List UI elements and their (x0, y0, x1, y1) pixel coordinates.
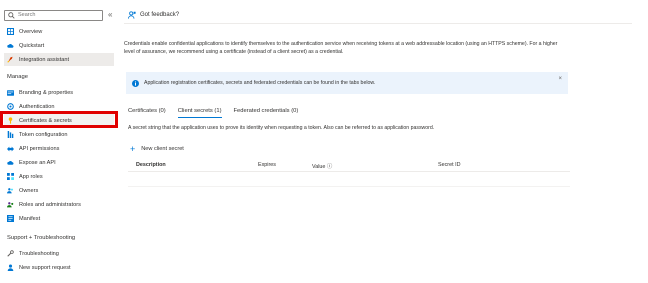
tab-certificates[interactable]: Certificates (0) (128, 108, 166, 118)
sidebar-item-label: API permissions (19, 145, 60, 152)
close-icon[interactable]: × (558, 76, 562, 82)
new-client-secret-label: New client secret (141, 146, 184, 152)
sidebar-item-label: Expose an API (19, 159, 56, 166)
wrench-icon (7, 250, 14, 257)
search-input[interactable] (18, 12, 98, 18)
tab-federated-credentials[interactable]: Federated credentials (0) (234, 108, 299, 118)
sidebar-item-label: Branding & properties (19, 89, 74, 96)
sidebar-item-label: Token configuration (19, 131, 68, 138)
intro-text: Credentials enable confidential applicat… (124, 41, 558, 55)
sidebar-item-roles-administrators[interactable]: Roles and administrators (4, 198, 114, 211)
feedback-label: Got feedback? (140, 12, 180, 18)
sidebar-item-overview[interactable]: Overview (4, 25, 114, 38)
column-description[interactable]: Description (136, 162, 166, 168)
column-value[interactable]: Value ⓘ (312, 162, 332, 170)
plus-icon: + (130, 144, 136, 154)
tab-description: A secret string that the application use… (128, 125, 435, 131)
sidebar-item-api-permissions[interactable]: API permissions (4, 142, 114, 155)
auth-icon (7, 103, 14, 110)
info-bar: Application registration certificates, s… (126, 72, 568, 94)
sidebar-item-label: Owners (19, 187, 39, 194)
sidebar-item-troubleshooting[interactable]: Troubleshooting (4, 247, 114, 260)
column-expires[interactable]: Expires (258, 162, 276, 168)
sidebar-item-label: Roles and administrators (19, 201, 81, 208)
tab-bar: Certificates (0) Client secrets (1) Fede… (128, 108, 310, 118)
grid-icon (7, 28, 14, 35)
sidebar-item-label: Quickstart (19, 42, 45, 49)
sidebar-item-label: Overview (19, 28, 43, 35)
feedback-icon (128, 11, 136, 19)
sidebar-item-branding[interactable]: Branding & properties (4, 86, 114, 99)
sidebar-search-row: « (4, 9, 114, 21)
sidebar-item-label: Troubleshooting (19, 250, 59, 257)
sidebar: « Overview Quickstart Integration assist… (0, 0, 118, 283)
sidebar-item-quickstart[interactable]: Quickstart (4, 39, 114, 52)
sidebar-item-owners[interactable]: Owners (4, 184, 114, 197)
sidebar-item-label: Manifest (19, 215, 41, 222)
sidebar-item-label: New support request (19, 264, 71, 271)
table-row-divider (128, 186, 570, 187)
tab-client-secrets[interactable]: Client secrets (1) (177, 108, 222, 118)
support-icon (7, 264, 14, 271)
sidebar-item-label: App roles (19, 173, 43, 180)
sidebar-item-label: Authentication (19, 103, 55, 110)
manifest-icon (7, 215, 14, 222)
cloud-icon (7, 42, 14, 49)
sidebar-item-integration-assistant[interactable]: Integration assistant (4, 53, 114, 66)
info-text: Application registration certificates, s… (144, 80, 376, 86)
main-content: Got feedback? Credentials enable confide… (118, 0, 648, 283)
app-roles-icon (7, 173, 14, 180)
column-secret-id[interactable]: Secret ID (438, 162, 460, 168)
sidebar-item-manifest[interactable]: Manifest (4, 212, 114, 225)
rocket-icon (7, 56, 14, 63)
sidebar-item-label: Integration assistant (19, 56, 70, 63)
collapse-sidebar-icon[interactable]: « (108, 11, 112, 19)
section-support: Support + Troubleshooting (7, 235, 76, 241)
token-icon (7, 131, 14, 138)
search-icon (8, 11, 15, 19)
feedback-button[interactable]: Got feedback? (128, 11, 179, 19)
permissions-icon (7, 145, 14, 152)
search-box[interactable] (4, 9, 103, 21)
sidebar-item-new-support-request[interactable]: New support request (4, 261, 114, 274)
section-manage: Manage (7, 74, 28, 80)
new-client-secret-button[interactable]: + New client secret (130, 144, 184, 154)
sidebar-item-expose-api[interactable]: Expose an API (4, 156, 114, 169)
branding-icon (7, 89, 14, 96)
sidebar-item-app-roles[interactable]: App roles (4, 170, 114, 183)
sidebar-item-token-configuration[interactable]: Token configuration (4, 128, 114, 141)
roles-icon (7, 201, 14, 208)
top-divider (124, 23, 632, 24)
owners-icon (7, 187, 14, 194)
secrets-table-header: Description Expires Value ⓘ Secret ID (128, 160, 570, 172)
info-icon (132, 79, 139, 87)
cloud-api-icon (7, 159, 14, 166)
highlight-box (0, 111, 118, 128)
